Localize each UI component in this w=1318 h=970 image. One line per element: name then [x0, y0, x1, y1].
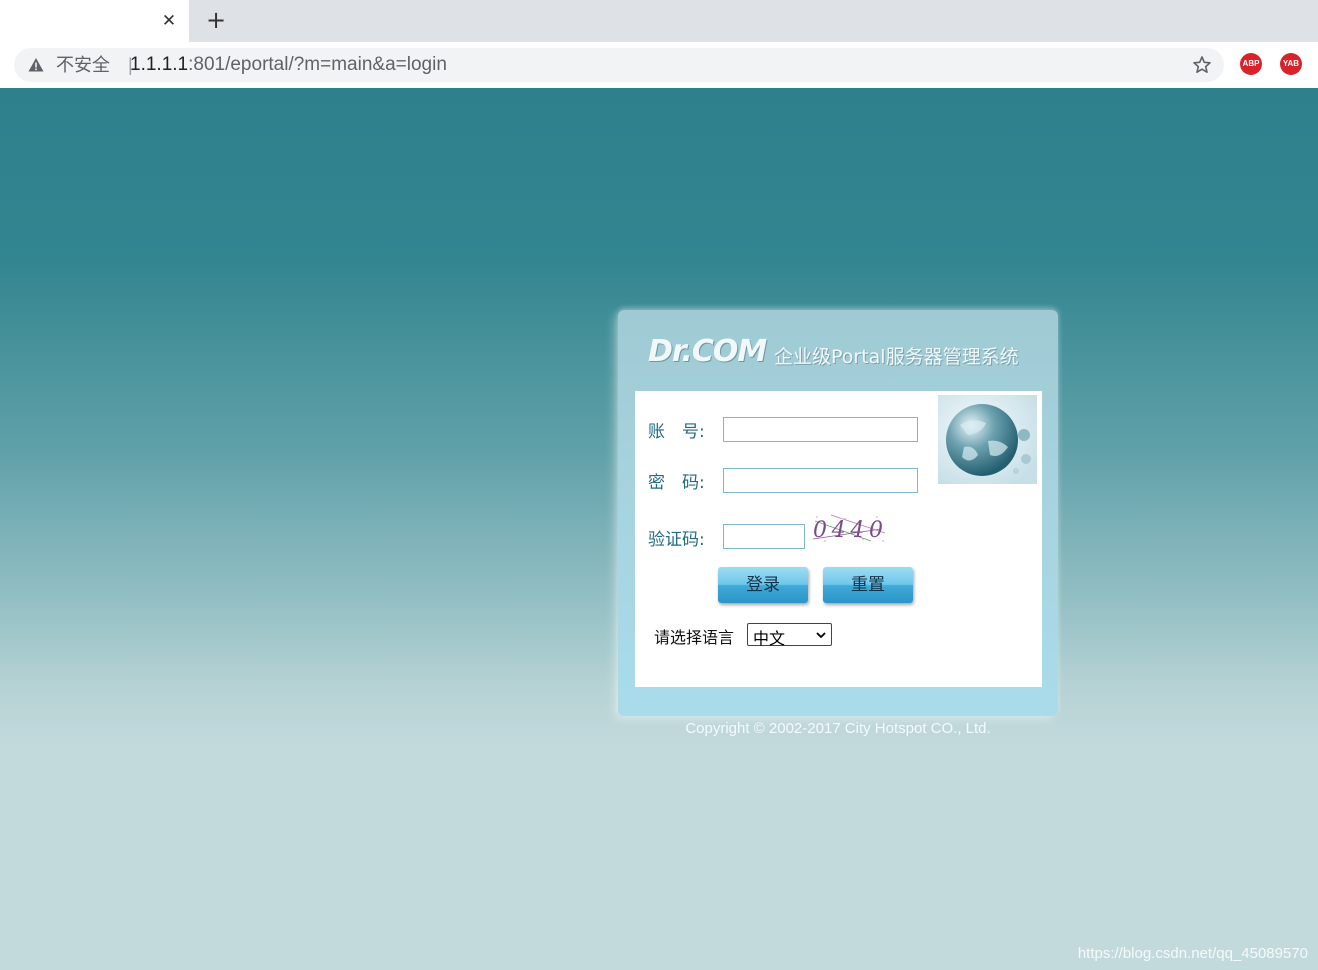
globe-image — [938, 395, 1037, 484]
watermark-text: https://blog.csdn.net/qq_45089570 — [1077, 945, 1308, 962]
login-panel: Dr.COM 企业级Portal服务器管理系统 账 号: 密 码: 验证码: 0… — [618, 310, 1058, 716]
security-status: 不安全 — [56, 55, 110, 75]
url-path: :801/eportal/?m=main&a=login — [188, 54, 447, 75]
browser-tab[interactable]: ✕ — [0, 0, 189, 42]
reset-button[interactable]: 重置 — [823, 567, 913, 603]
drcom-logo: Dr.COM — [648, 334, 767, 369]
captcha-input[interactable] — [723, 524, 805, 549]
system-title: 企业级Portal服务器管理系统 — [774, 346, 1019, 368]
browser-toolbar: 不安全 | 1.1.1.1:801/eportal/?m=main&a=logi… — [0, 42, 1318, 89]
close-tab-icon[interactable]: ✕ — [158, 10, 180, 32]
copyright-text: Copyright © 2002-2017 City Hotspot CO., … — [685, 720, 991, 737]
chevron-down-icon — [816, 632, 826, 639]
tab-bar: ✕ + — [0, 0, 1318, 42]
yab-extension-icon[interactable]: YAB — [1280, 53, 1302, 75]
language-select[interactable]: 中文 — [747, 623, 832, 648]
warning-icon[interactable] — [28, 57, 44, 73]
url-text[interactable]: 1.1.1.1:801/eportal/?m=main&a=login — [130, 48, 447, 82]
password-input[interactable] — [723, 468, 918, 493]
captcha-image[interactable]: 0440 — [811, 511, 889, 545]
language-label: 请选择语言 — [654, 628, 735, 647]
account-input[interactable] — [723, 417, 918, 442]
url-host: 1.1.1.1 — [130, 54, 189, 75]
new-tab-button[interactable]: + — [204, 8, 228, 32]
language-selected: 中文 — [753, 629, 786, 648]
account-label: 账 号: — [648, 422, 705, 442]
login-button[interactable]: 登录 — [718, 567, 808, 603]
page-background: Dr.COM 企业级Portal服务器管理系统 账 号: 密 码: 验证码: 0… — [0, 88, 1318, 970]
captcha-text: 0440 — [813, 518, 883, 543]
login-form: 账 号: 密 码: 验证码: 0440 登录 重置 请选择语言 中文 — [635, 391, 1042, 687]
bookmark-star-icon[interactable] — [1192, 55, 1212, 75]
address-bar[interactable]: 不安全 | 1.1.1.1:801/eportal/?m=main&a=logi… — [14, 48, 1224, 82]
captcha-label: 验证码: — [648, 530, 705, 550]
password-label: 密 码: — [648, 473, 705, 493]
adblock-extension-icon[interactable]: ABP — [1240, 53, 1262, 75]
